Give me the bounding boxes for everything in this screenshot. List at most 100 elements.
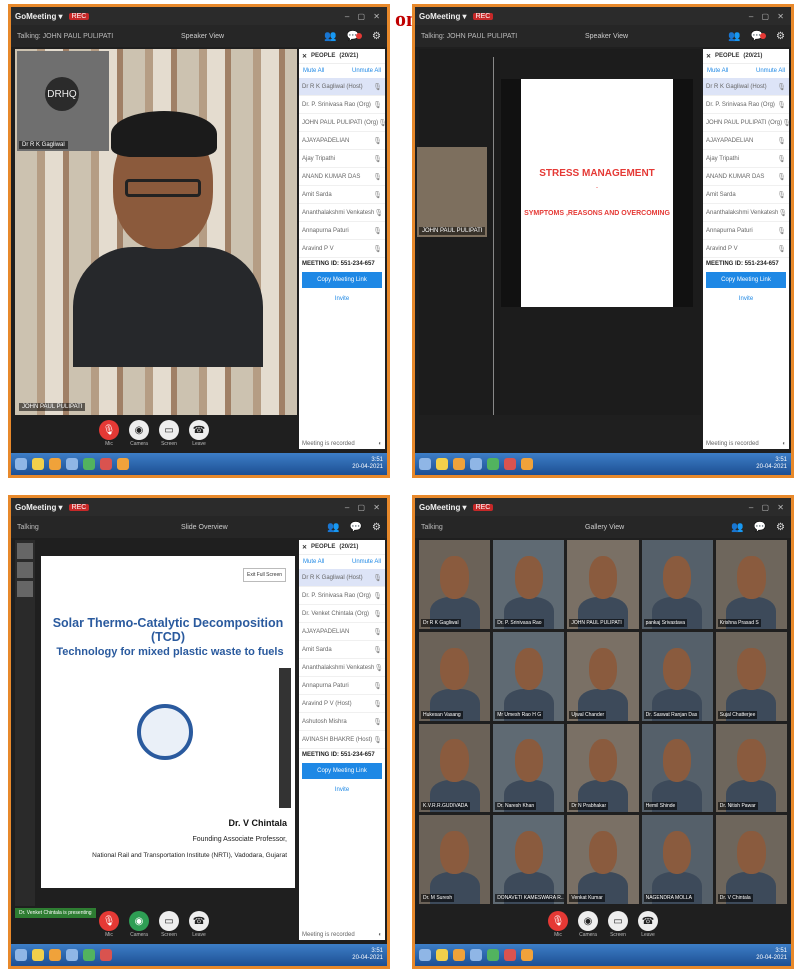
media-icon[interactable] [100,949,112,961]
chat-icon[interactable]: 💬 [347,31,363,42]
participant-row[interactable]: ANAND KUMAR DAS 🎙 [703,168,789,186]
camera-button[interactable]: ◉ [578,911,598,931]
copy-link-button[interactable]: Copy Meeting Link [302,763,382,779]
mute-all-button[interactable]: Mute All [707,68,728,74]
video-tile[interactable]: Dr N Prabhakar [567,723,639,813]
participant-row[interactable]: Ananthalakshmi Venkatesh 🎙 [299,204,385,222]
video-tile[interactable]: Sujal Chatterjee [715,631,787,721]
participant-row[interactable]: Amit Sarda 🎙 [299,641,385,659]
camera-button[interactable]: ◉ [129,420,149,440]
meeting-icon[interactable] [117,458,129,470]
screen-button[interactable]: ▭ [608,911,628,931]
app-menu[interactable]: GoMeeting ▾ [15,12,63,21]
video-tile[interactable]: Venkat Kumar [567,815,639,904]
participant-row[interactable]: Dr. P. Srinivasa Rao (Org) 🎙 [703,96,789,114]
invite-button[interactable]: Invite [703,290,789,308]
toggle-icon[interactable]: ◐ [782,441,786,447]
participant-row[interactable]: AVINASH BHAKRE (Host) 🎙 [299,731,385,749]
participant-row[interactable]: Aravind P V 🎙 [299,240,385,258]
window-controls[interactable]: – ▢ ✕ [749,503,787,512]
video-tile[interactable]: Dr. P. Srinivasa Rao [493,540,565,629]
browser-icon[interactable] [470,458,482,470]
leave-button[interactable]: ☎ [189,911,209,931]
mic-button[interactable]: 🎙 [99,420,119,440]
camera-button[interactable]: ◉ [129,911,149,931]
mute-all-button[interactable]: Mute All [303,559,324,565]
video-tile[interactable]: Ujwal Chander [567,631,639,721]
start-icon[interactable] [419,458,431,470]
chrome-icon[interactable] [487,949,499,961]
chrome-icon[interactable] [83,949,95,961]
browser-icon[interactable] [470,949,482,961]
participant-row[interactable]: Amit Sarda 🎙 [703,186,789,204]
folder-icon[interactable] [32,949,44,961]
mute-all-button[interactable]: Mute All [303,68,324,74]
participant-row[interactable]: ANAND KUMAR DAS 🎙 [299,168,385,186]
folder-icon[interactable] [32,458,44,470]
exit-fullscreen-tip[interactable]: Exit Full Screen [243,568,287,582]
unmute-all-button[interactable]: Unmute All [756,68,785,74]
video-tile[interactable]: JOHN PAUL PULIPATI [567,540,639,629]
meeting-icon[interactable] [521,949,533,961]
app-icon[interactable] [49,949,61,961]
participant-row[interactable]: Dr R K Gagliwal (Host) 🎙 [703,78,789,96]
settings-icon[interactable]: ⚙ [776,522,785,533]
participant-row[interactable]: Amit Sarda 🎙 [299,186,385,204]
mic-button[interactable]: 🎙 [548,911,568,931]
media-icon[interactable] [504,949,516,961]
video-tile[interactable]: K.V.R.R.GUDIVADA [419,723,491,813]
settings-icon[interactable]: ⚙ [372,522,381,533]
participant-row[interactable]: Annapurna Paturi 🎙 [299,222,385,240]
participant-row[interactable]: AJAYAPADELIAN 🎙 [299,132,385,150]
invite-button[interactable]: Invite [299,781,385,799]
media-icon[interactable] [504,458,516,470]
chat-icon[interactable]: 💬 [350,522,362,533]
close-icon[interactable]: ✕ [302,53,307,60]
view-switcher[interactable]: Gallery View [585,524,624,531]
unmute-all-button[interactable]: Unmute All [352,559,381,565]
video-tile[interactable]: Dr. Naresh Khan [493,723,565,813]
participant-row[interactable]: Dr. P. Srinivasa Rao (Org) 🎙 [299,587,385,605]
app-menu[interactable]: GoMeeting ▾ [15,503,63,512]
chat-icon[interactable]: 💬 [754,522,766,533]
video-tile[interactable]: Hukesan Vasang [419,631,491,721]
folder-icon[interactable] [436,458,448,470]
participant-row[interactable]: JOHN PAUL PULIPATI (Org)🎙 [299,114,385,132]
copy-link-button[interactable]: Copy Meeting Link [302,272,382,288]
video-tile[interactable]: Dr. Nitish Pawar [715,723,787,813]
participant-row[interactable]: Dr R K Gagliwal (Host) 🎙 [299,569,385,587]
app-icon[interactable] [49,458,61,470]
start-icon[interactable] [15,949,27,961]
mic-button[interactable]: 🎙 [99,911,119,931]
participant-row[interactable]: Dr. P. Srinivasa Rao (Org) 🎙 [299,96,385,114]
view-switcher[interactable]: Speaker View [181,33,224,40]
unmute-all-button[interactable]: Unmute All [352,68,381,74]
app-icon[interactable] [453,949,465,961]
participant-row[interactable]: Ashutosh Mishra 🎙 [299,713,385,731]
video-tile[interactable]: pankaj Srivastava [641,540,713,629]
screen-button[interactable]: ▭ [159,911,179,931]
start-icon[interactable] [15,458,27,470]
app-menu[interactable]: GoMeeting ▾ [419,503,467,512]
participant-row[interactable]: Aravind P V 🎙 [703,240,789,258]
settings-icon[interactable]: ⚙ [776,31,785,42]
chat-icon[interactable]: 💬 [751,31,767,42]
toggle-icon[interactable]: ◐ [378,441,382,447]
participant-row[interactable]: Aravind P V (Host) 🎙 [299,695,385,713]
browser-icon[interactable] [66,949,78,961]
invite-button[interactable]: Invite [299,290,385,308]
participant-row[interactable]: Ajay Tripathi 🎙 [703,150,789,168]
participant-row[interactable]: Dr. Venket Chintala (Org) 🎙 [299,605,385,623]
participant-row[interactable]: Annapurna Paturi 🎙 [703,222,789,240]
close-icon[interactable]: ✕ [302,544,307,551]
screen-button[interactable]: ▭ [159,420,179,440]
participant-row[interactable]: AJAYAPADELIAN 🎙 [299,623,385,641]
toggle-icon[interactable]: ◐ [378,932,382,938]
participant-row[interactable]: Ajay Tripathi 🎙 [299,150,385,168]
window-controls[interactable]: – ▢ ✕ [345,12,383,21]
participant-row[interactable]: Ananthalakshmi Venkatesh 🎙 [299,659,385,677]
start-icon[interactable] [419,949,431,961]
slide-tools[interactable] [279,668,291,808]
video-tile[interactable]: Mr Umesh Rao H G [493,631,565,721]
app-icon[interactable] [453,458,465,470]
